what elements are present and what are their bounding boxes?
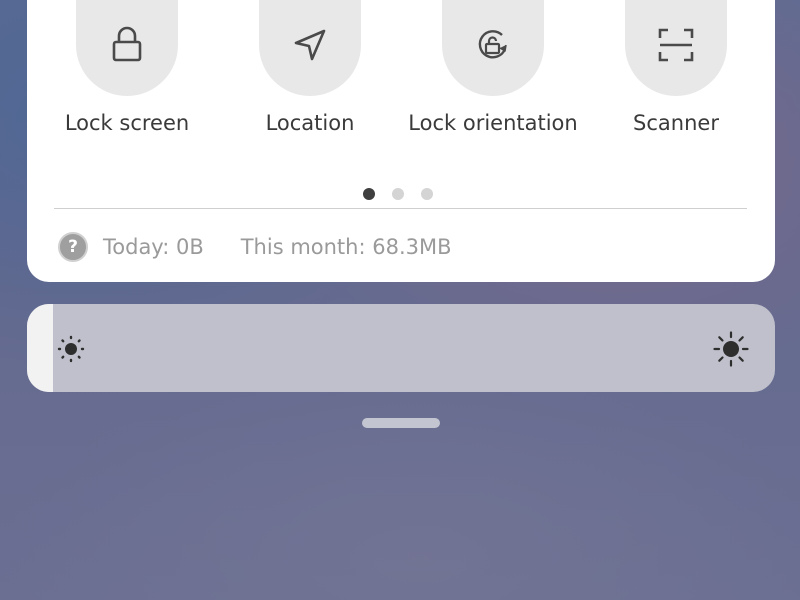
tile-lock-screen[interactable]: Lock screen <box>32 0 222 160</box>
page-dot-3[interactable] <box>421 188 433 200</box>
brightness-slider[interactable] <box>27 304 775 392</box>
brightness-low-icon <box>57 335 85 363</box>
quick-settings-tiles: Lock screen Location Lock orientation Sc… <box>27 0 775 170</box>
tile-lock-orientation-label: Lock orientation <box>408 111 578 135</box>
brightness-high-icon <box>713 331 749 367</box>
data-usage-month: This month: 68.3MB <box>240 235 452 259</box>
data-usage-today: Today: 0B <box>103 235 204 259</box>
divider <box>54 208 747 209</box>
navigation-arrow-icon <box>294 29 326 61</box>
scan-frame-icon <box>658 28 694 62</box>
notification-shade: Lock screen Location Lock orientation Sc… <box>0 0 800 600</box>
data-usage-row[interactable]: ? Today: 0B This month: 68.3MB <box>58 230 452 264</box>
quick-settings-panel: Lock screen Location Lock orientation Sc… <box>27 0 775 282</box>
rotation-lock-icon <box>478 30 507 59</box>
tile-location-button[interactable] <box>259 0 361 96</box>
page-dot-2[interactable] <box>392 188 404 200</box>
brightness-slider-fill[interactable] <box>27 304 53 392</box>
question-mark-icon[interactable]: ? <box>58 232 88 262</box>
panel-drag-handle[interactable] <box>362 418 440 428</box>
page-dot-1[interactable] <box>363 188 375 200</box>
tile-lock-screen-label: Lock screen <box>64 111 190 135</box>
tile-location-label: Location <box>265 111 355 135</box>
tile-location[interactable]: Location <box>215 0 405 160</box>
tile-lock-screen-button[interactable] <box>76 0 178 96</box>
page-indicator <box>363 188 433 200</box>
tile-scanner-label: Scanner <box>633 111 719 135</box>
tile-scanner-button[interactable] <box>625 0 727 96</box>
padlock-icon <box>112 26 142 62</box>
tile-scanner[interactable]: Scanner <box>581 0 771 160</box>
tile-lock-orientation[interactable]: Lock orientation <box>398 0 588 160</box>
tile-lock-orientation-button[interactable] <box>442 0 544 96</box>
